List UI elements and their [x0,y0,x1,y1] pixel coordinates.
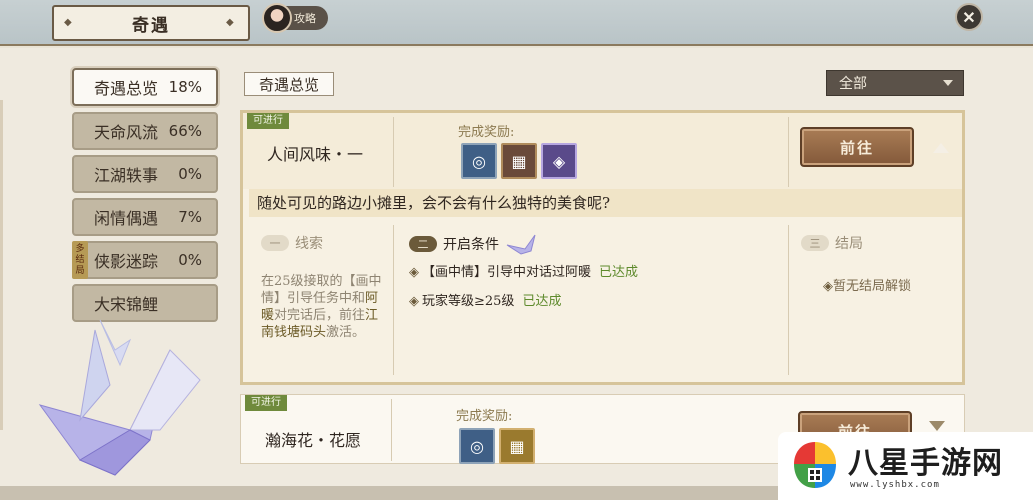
clue-text-part: 对完话后，前往 [274,308,366,323]
watermark-url: www.lyshbx.com [850,480,940,490]
clue-header-label: 线索 [295,236,323,252]
quest-title: 人间风味・一 [267,145,364,164]
reward-item-icon[interactable]: ▦ [499,428,535,464]
sidebar-item-destiny[interactable]: 天命风流 66% [72,112,218,150]
expand-arrow-icon[interactable] [929,421,945,431]
reward-item-icon[interactable]: ◎ [459,428,495,464]
section-tab-overview[interactable]: 奇遇总览 [244,72,334,96]
sidebar-item-label: 侠影迷踪 [94,252,159,271]
ending-status: ◈暂无结局解锁 [823,275,911,294]
reward-item-icon[interactable]: ◈ [541,143,577,179]
sidebar-item-overview[interactable]: 奇遇总览 18% [72,68,218,106]
clue-text: 在25级接取的【画中情】引导任务中和阿暖对完话后，前往江南钱塘码头激活。 [261,273,387,341]
step-badge: 一 [261,235,289,251]
avatar [262,3,292,33]
paper-crane-icon [38,319,201,476]
reward-item-icon[interactable]: ▦ [501,143,537,179]
sidebar-item-percent: 18% [168,78,202,96]
condition-text: 【画中情】引导中对话过阿暖 [422,265,592,280]
window-title: 奇遇 [132,15,170,36]
window-title-tab: ◆ 奇遇 ◆ [52,5,250,41]
condition-item: ◈ 玩家等级≥25级 已达成 [409,290,561,309]
step-badge: 二 [409,236,437,252]
sidebar-item-label: 闲情偶遇 [94,209,159,228]
bullet-icon: ◈ [823,279,833,294]
watermark-logo-icon [794,442,836,488]
sidebar-item-percent: 66% [168,122,202,140]
quest-description: 随处可见的路边小摊里，会不会有什么独特的美食呢? [249,189,962,217]
ending-text: 暂无结局解锁 [833,279,912,294]
sidebar-item-label: 江湖轶事 [94,166,159,185]
ending-header: 三 结局 [801,233,863,253]
sidebar-item-label: 天命风流 [94,123,159,142]
section-tab-label: 奇遇总览 [258,75,319,94]
bullet-icon: ◈ [409,294,419,309]
clue-text-part: 在25级接取的【画中情】引导任务中和 [261,274,382,306]
ornament-icon: ◆ [226,17,236,28]
quest-title: 瀚海花・花愿 [265,431,362,450]
divider [393,117,394,187]
go-button[interactable]: 前往 [800,127,914,167]
reward-item-icon[interactable]: ◎ [461,143,497,179]
condition-state: 已达成 [522,294,562,309]
guide-label: 攻略 [294,12,316,25]
status-badge: 可进行 [247,113,289,129]
divider [391,399,392,461]
sidebar-item-label: 奇遇总览 [94,79,159,98]
paper-crane-icon [506,234,536,255]
decorative-border [0,100,20,430]
guide-button[interactable]: 攻略 [262,3,328,33]
sidebar-item-mystery[interactable]: 侠影迷踪 0% [72,241,218,279]
quest-card-header: 可进行 人间风味・一 完成奖励: ◎ ▦ ◈ 前往 [243,113,962,189]
ending-header-label: 结局 [835,236,863,252]
chevron-down-icon [943,80,953,86]
watermark: 八星手游网 www.lyshbx.com [778,432,1033,500]
ornament-icon: ◆ [64,17,74,28]
multi-ending-tag: 多结局 [72,241,88,279]
divider [788,117,789,187]
watermark-brand: 八星手游网 [848,446,1003,481]
sidebar-item-leisure[interactable]: 闲情偶遇 7% [72,198,218,236]
condition-header-label: 开启条件 [443,237,499,253]
status-badge: 可进行 [245,395,287,411]
collapse-arrow-icon[interactable] [933,143,949,153]
condition-item: ◈ 【画中情】引导中对话过阿暖 已达成 [409,261,638,280]
close-button[interactable]: ✕ [955,3,983,31]
step-badge: 三 [801,235,829,251]
sidebar-item-percent: 7% [178,208,202,226]
clue-text-part: 激活。 [326,325,366,340]
close-icon: ✕ [962,7,976,27]
quest-card: 可进行 人间风味・一 完成奖励: ◎ ▦ ◈ 前往 随处可见的路边小摊里，会不会… [240,110,965,385]
condition-text: 玩家等级≥25级 [422,294,515,309]
condition-state: 已达成 [599,265,639,280]
condition-header: 二 开启条件 [409,233,545,255]
divider [788,225,789,375]
reward-label: 完成奖励: [456,409,513,424]
reward-label: 完成奖励: [458,125,515,140]
divider [393,225,394,375]
sidebar-item-anecdotes[interactable]: 江湖轶事 0% [72,155,218,193]
sidebar-item-percent: 0% [178,251,202,269]
clue-header: 一 线索 [261,233,323,253]
bullet-icon: ◈ [409,265,419,280]
filter-value: 全部 [839,76,867,92]
filter-dropdown[interactable]: 全部 [826,70,964,96]
sidebar-item-percent: 0% [178,165,202,183]
